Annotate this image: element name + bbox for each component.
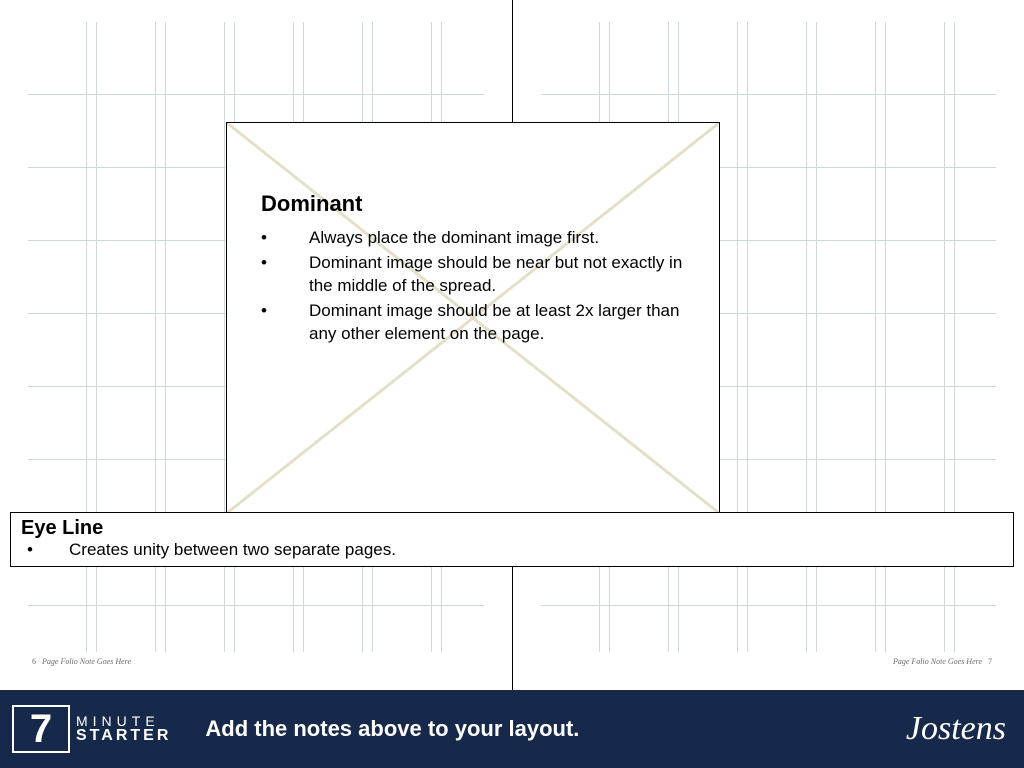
list-item: • Creates unity between two separate pag…	[21, 540, 1003, 560]
right-page-number: 7	[988, 657, 992, 666]
list-item: •Dominant image should be near but not e…	[261, 252, 691, 298]
logo-text: MINUTE STARTER	[76, 714, 171, 744]
left-page-number: 6	[32, 657, 36, 666]
list-item: •Always place the dominant image first.	[261, 227, 691, 250]
eyeline-callout: Eye Line • Creates unity between two sep…	[10, 512, 1014, 567]
jostens-logo: Jostens	[906, 710, 1006, 748]
right-folio: Page Folio Note Goes Here 7	[893, 657, 996, 666]
eyeline-text: Creates unity between two separate pages…	[69, 540, 396, 560]
eyeline-heading: Eye Line	[21, 517, 1003, 540]
left-folio-note: Page Folio Note Goes Here	[42, 657, 131, 666]
list-item: •Dominant image should be at least 2x la…	[261, 300, 691, 346]
dominant-image-placeholder: Dominant •Always place the dominant imag…	[226, 122, 720, 514]
seven-minute-starter-logo: 7 MINUTE STARTER	[12, 705, 171, 753]
slide-canvas: 6 Page Folio Note Goes Here Page Folio N…	[0, 0, 1024, 768]
dominant-bullet-list: •Always place the dominant image first. …	[261, 227, 691, 346]
left-folio: 6 Page Folio Note Goes Here	[28, 657, 131, 666]
dominant-callout: Dominant •Always place the dominant imag…	[261, 191, 691, 348]
right-folio-note: Page Folio Note Goes Here	[893, 657, 982, 666]
footer-bar: 7 MINUTE STARTER Add the notes above to …	[0, 690, 1024, 768]
seven-badge: 7	[12, 705, 70, 753]
dominant-heading: Dominant	[261, 191, 691, 217]
footer-instruction: Add the notes above to your layout.	[171, 716, 906, 742]
